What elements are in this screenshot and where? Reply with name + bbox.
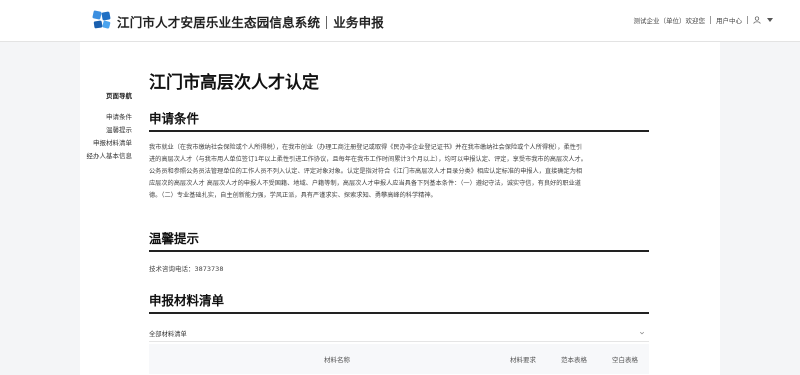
section-rule (149, 130, 649, 132)
header-divider (747, 16, 748, 24)
module-name: 业务申报 (333, 15, 385, 30)
conditions-line: 应层次的高层次人才 高层次人才的申报人不受国籍、地域、户籍等制，高层次人才申报人… (149, 180, 581, 187)
conditions-line: 进的高层次人才（与我市用人单位签订1年以上柔性引进工作协议，且每年在我市工作时间… (149, 156, 587, 163)
chevron-down-icon[interactable] (639, 330, 645, 336)
materials-table-header: 材料名称 材料要求 范本表格 空白表格 (149, 344, 649, 374)
conditions-line: 我市就业（在我市缴纳社会保险或个人所得税），在我市创业（办理工商注册登记或取得《… (149, 144, 583, 151)
tips-heading: 温馨提示 (149, 231, 200, 246)
header-divider (710, 16, 711, 24)
system-name: 江门市人才安居乐业生态园信息系统 (117, 15, 321, 30)
user-icon[interactable] (753, 16, 761, 24)
header-user-area: 测试企业（单位）欢迎您 用户中心 (633, 15, 773, 25)
side-nav-item-tips[interactable]: 温馨提示 (80, 124, 132, 137)
side-nav-item-conditions[interactable]: 申请条件 (80, 111, 132, 124)
top-header: 江门市人才安居乐业生态园信息系统 业务申报 测试企业（单位）欢迎您 用户中心 (0, 0, 800, 42)
side-nav-item-materials[interactable]: 申报材料清单 (80, 137, 132, 150)
side-nav: 页面导航 申请条件 温馨提示 申报材料清单 经办人基本信息 (80, 90, 133, 163)
conditions-text: 我市就业（在我市缴纳社会保险或个人所得税），在我市创业（办理工商注册登记或取得《… (149, 142, 657, 202)
all-materials-label: 全部材料清单 (149, 331, 187, 338)
conditions-heading: 申请条件 (149, 111, 200, 126)
column-header: 材料要求 (510, 356, 536, 364)
logo-icon (92, 10, 111, 29)
side-nav-item-handler[interactable]: 经办人基本信息 (80, 150, 133, 163)
materials-heading: 申报材料清单 (149, 293, 225, 308)
column-header: 空白表格 (612, 356, 638, 364)
page-title: 江门市高层次人才认定 (149, 73, 319, 93)
welcome-text: 测试企业（单位）欢迎您 (633, 17, 706, 25)
brand-title[interactable]: 江门市人才安居乐业生态园信息系统 业务申报 (117, 12, 384, 31)
side-nav-title: 页面导航 (106, 92, 132, 100)
section-rule (149, 250, 649, 252)
conditions-line: 德。（二）专业基础扎实，自主创新能力强，学风正派，具有严谨求实、探索求知、勇攀高… (149, 192, 437, 199)
column-header: 范本表格 (561, 356, 587, 364)
section-rule (149, 312, 649, 314)
all-materials-toggle[interactable]: 全部材料清单 (149, 329, 649, 338)
contact-phone: 技术咨询电话：3873738 (149, 265, 224, 273)
brand-divider (326, 16, 328, 29)
user-center-link[interactable]: 用户中心 (716, 15, 742, 25)
chevron-down-icon[interactable] (767, 18, 773, 22)
conditions-line: 公务员和参照公务员法管理单位的工作人员不列入认定、评定对象对象。认定是指对符合《… (149, 168, 583, 175)
divider (149, 341, 649, 342)
column-header: 材料名称 (324, 356, 350, 364)
